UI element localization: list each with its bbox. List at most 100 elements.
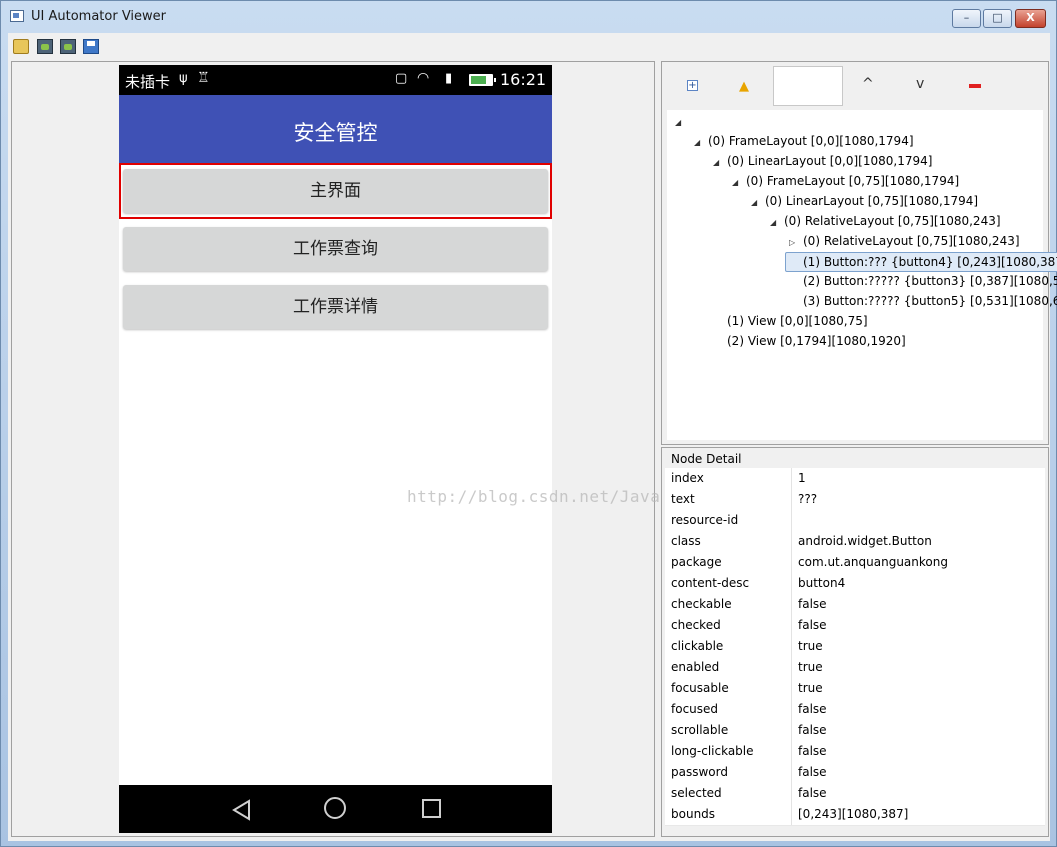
tree-node[interactable]: (1) View [0,0][1080,75] [713,312,868,330]
detail-row[interactable]: scrollable false [665,720,1045,742]
detail-value: false [798,618,827,632]
detail-key: clickable [671,639,724,653]
tree-node[interactable]: ◢ (0) LinearLayout [0,75][1080,1794] [751,192,978,210]
column-divider [791,741,792,762]
app-bar: 安全管控 [119,95,552,163]
status-bar: 未插卡 ψ ♖ ▢ ◠ ▮ 16:21 [119,65,552,95]
detail-value: 1 [798,471,806,485]
column-divider [791,489,792,510]
detail-key: scrollable [671,723,729,737]
column-divider [791,657,792,678]
detail-row[interactable]: checkable false [665,594,1045,616]
tree-node-label: (0) LinearLayout [0,75][1080,1794] [765,194,979,208]
detail-key: checked [671,618,721,632]
clear-search-icon[interactable] [969,84,981,88]
detail-row[interactable]: long-clickable false [665,741,1045,763]
detail-row[interactable]: focusable true [665,678,1045,700]
detail-value: [0,243][1080,387] [798,807,909,821]
tree-node[interactable]: ◢ (0) RelativeLayout [0,75][1080,243] [770,212,1001,230]
detail-row[interactable]: resource-id [665,510,1045,532]
close-button[interactable]: X [1015,9,1046,28]
tree-node[interactable]: ▷ (0) RelativeLayout [0,75][1080,243] [789,232,1020,250]
android-debug-icon: ♖ [197,70,210,86]
detail-value: android.widget.Button [798,534,932,548]
ticket-query-button[interactable]: 工作票查询 [123,227,548,271]
tree-node-label: (0) LinearLayout [0,0][1080,1794] [727,154,933,168]
tree-expander-icon[interactable]: ◢ [732,174,746,192]
tree-expander-icon[interactable]: ◢ [751,194,765,212]
save-icon[interactable] [83,39,99,54]
detail-key: checkable [671,597,732,611]
tree-expander-icon[interactable]: ▷ [789,234,803,252]
home-icon[interactable] [324,797,346,819]
detail-row[interactable]: package com.ut.anquanguankong [665,552,1045,574]
tree-node[interactable]: (2) View [0,1794][1080,1920] [713,332,906,350]
detail-value: true [798,660,823,674]
tree-node-label: (2) View [0,1794][1080,1920] [727,334,906,348]
detail-row[interactable]: bounds [0,243][1080,387] [665,804,1045,826]
tree-node[interactable]: (2) Button:????? {button3} [0,387][1080,… [789,272,1057,290]
tree-expander-icon[interactable]: ◢ [770,214,784,232]
detail-row[interactable]: text??? [665,489,1045,511]
detail-value: false [798,765,827,779]
detail-row[interactable]: content-desc button4 [665,573,1045,595]
minimize-button[interactable]: – [952,9,981,28]
detail-value: false [798,702,827,716]
tree-expander-icon[interactable]: ◢ [713,154,727,172]
detail-value: true [798,681,823,695]
detail-row[interactable]: focused false [665,699,1045,721]
tree-expander-icon[interactable]: ◢ [675,114,689,132]
window-title: UI Automator Viewer [31,9,167,24]
detail-key: enabled [671,660,720,674]
detail-key: selected [671,786,722,800]
column-divider [791,804,792,825]
tree-node[interactable]: (1) Button:??? {button4} [0,243][1080,38… [785,252,1057,272]
tree-node-label: (0) FrameLayout [0,75][1080,1794] [746,174,960,188]
app-window: UI Automator Viewer – □ X 未插卡 ψ ♖ ▢ ◠ ▮ [0,0,1057,847]
title-bar: UI Automator Viewer – □ X [1,1,1056,33]
tree-node[interactable]: (3) Button:????? {button5} [0,531][1080,… [789,292,1057,310]
tree-expander-icon[interactable]: ◢ [694,134,708,152]
detail-value: button4 [798,576,846,590]
device-screenshot[interactable]: 未插卡 ψ ♖ ▢ ◠ ▮ 16:21 安全管控 主界面 工作票查询 工作票详情 [119,65,552,833]
detail-key: bounds [671,807,716,821]
node-detail-panel: Node Detail index 1 text??? resource-id clas… [661,447,1049,837]
detail-row[interactable]: selected false [665,783,1045,805]
search-input[interactable] [773,66,843,106]
ticket-detail-button[interactable]: 工作票详情 [123,285,548,329]
tree-node[interactable]: ◢ (0) FrameLayout [0,0][1080,1794] [694,132,914,150]
battery-icon [469,74,496,86]
detail-value: false [798,786,827,800]
detail-row[interactable]: index 1 [665,468,1045,490]
tree-node-label: (0) FrameLayout [0,0][1080,1794] [708,134,914,148]
column-divider [791,552,792,573]
navigation-bar [119,785,552,833]
recent-apps-icon[interactable] [422,799,441,818]
expand-all-icon[interactable]: + [687,80,698,91]
detail-row[interactable]: class android.widget.Button [665,531,1045,553]
detail-value: false [798,744,827,758]
back-icon[interactable] [231,799,253,821]
detail-row[interactable]: checked false [665,615,1045,637]
tree-node-label: (1) View [0,0][1080,75] [727,314,868,328]
column-divider [791,783,792,804]
detail-row[interactable]: clickable true [665,636,1045,658]
detail-key: index [671,471,704,485]
sim-icon: ▮ [445,71,453,86]
open-icon[interactable] [13,39,29,54]
tree-node[interactable]: ◢ [675,112,689,130]
hierarchy-tree: ◢ ◢ (0) FrameLayout [0,0][1080,1794] ◢ (0) L… [667,110,1057,440]
device-screenshot-icon[interactable] [37,39,53,54]
tree-node[interactable]: ◢ (0) FrameLayout [0,75][1080,1794] [732,172,959,190]
wifi-icon: ◠ [417,70,430,86]
maximize-button[interactable]: □ [983,9,1012,28]
clock: 16:21 [500,70,547,89]
device-screenshot-compressed-icon[interactable] [60,39,76,54]
tree-node-label: (3) Button:????? {button5} [0,531][1080,… [803,294,1057,308]
detail-key: text [671,492,695,506]
selected-node-highlight [119,163,552,219]
tree-node[interactable]: ◢ (0) LinearLayout [0,0][1080,1794] [713,152,932,170]
detail-row[interactable]: password false [665,762,1045,784]
detail-row[interactable]: enabled true [665,657,1045,679]
column-divider [791,531,792,552]
